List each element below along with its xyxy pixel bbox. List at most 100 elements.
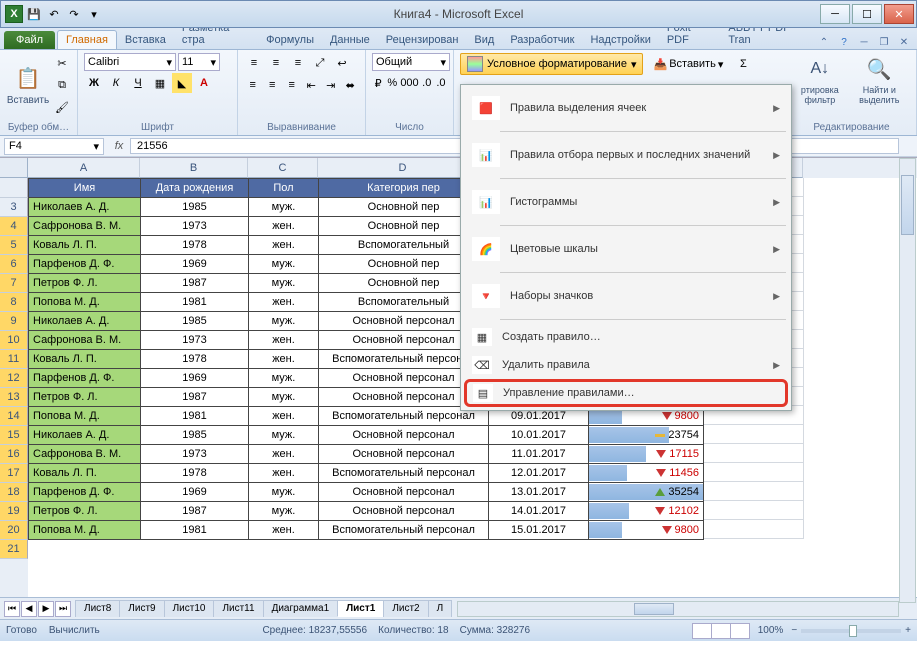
row-header[interactable]: 3 xyxy=(0,198,28,217)
cell-year[interactable]: 1987 xyxy=(141,388,249,407)
sheet-tab[interactable]: Лист1 xyxy=(337,600,384,617)
cell-year[interactable]: 1981 xyxy=(141,293,249,312)
cell-year[interactable]: 1969 xyxy=(141,483,249,502)
sheet-tab[interactable]: Лист8 xyxy=(75,600,120,617)
cell-year[interactable]: 1973 xyxy=(141,331,249,350)
fill-color-button[interactable]: ◣ xyxy=(172,73,192,93)
sheet-tab[interactable]: Лист10 xyxy=(164,600,215,617)
cell-year[interactable]: 1985 xyxy=(141,426,249,445)
row-header[interactable]: 18 xyxy=(0,483,28,502)
cell-year[interactable]: 1973 xyxy=(141,445,249,464)
row-header[interactable]: 21 xyxy=(0,540,28,559)
dropdown-item[interactable]: 📊Гистограммы▶ xyxy=(464,182,788,222)
status-calc[interactable]: Вычислить xyxy=(49,625,100,636)
cell-name[interactable]: Парфенов Д. Ф. xyxy=(29,255,141,274)
number-format-combo[interactable]: Общий▾ xyxy=(372,53,450,71)
empty-cell[interactable] xyxy=(704,482,804,501)
ribbon-minimize-icon[interactable]: ⌃ xyxy=(817,35,831,49)
dropdown-item[interactable]: 🟥Правила выделения ячеек▶ xyxy=(464,88,788,128)
decrease-indent-icon[interactable]: ⇤ xyxy=(303,75,321,95)
format-painter-icon[interactable]: 🖌 xyxy=(52,97,72,117)
cell-sex[interactable]: муж. xyxy=(249,502,319,521)
cell-value[interactable]: 35254 xyxy=(589,483,704,502)
cell-sex[interactable]: муж. xyxy=(249,312,319,331)
row-header[interactable]: 8 xyxy=(0,293,28,312)
dec-decimal-icon[interactable]: .0 xyxy=(435,73,447,93)
cell-date[interactable]: 15.01.2017 xyxy=(489,521,589,540)
sheet-tab[interactable]: Лист9 xyxy=(119,600,164,617)
cell-name[interactable]: Парфенов Д. Ф. xyxy=(29,483,141,502)
bold-button[interactable]: Ж xyxy=(84,73,104,93)
cell-name[interactable]: Коваль Л. П. xyxy=(29,464,141,483)
zoom-out-icon[interactable]: − xyxy=(791,625,797,636)
save-icon[interactable]: 💾 xyxy=(25,5,43,23)
select-all-corner[interactable] xyxy=(0,158,28,178)
zoom-slider[interactable]: − + xyxy=(791,625,911,636)
cell-sex[interactable]: жен. xyxy=(249,445,319,464)
cell-date[interactable]: 10.01.2017 xyxy=(489,426,589,445)
sheet-tab[interactable]: Лист2 xyxy=(383,600,428,617)
cell-value[interactable]: 12102 xyxy=(589,502,704,521)
cell-value[interactable]: 17115 xyxy=(589,445,704,464)
cell-sex[interactable]: муж. xyxy=(249,198,319,217)
cell-name[interactable]: Коваль Л. П. xyxy=(29,350,141,369)
ribbon-tab[interactable]: Главная xyxy=(57,30,117,49)
cell-sex[interactable]: муж. xyxy=(249,255,319,274)
cell-name[interactable]: Николаев А. Д. xyxy=(29,426,141,445)
row-header[interactable]: 4 xyxy=(0,217,28,236)
row-header[interactable]: 5 xyxy=(0,236,28,255)
vertical-scrollbar[interactable] xyxy=(899,158,916,603)
cell-value[interactable]: 23754 xyxy=(589,426,704,445)
wrap-text-icon[interactable]: ↩ xyxy=(332,53,352,73)
align-middle-icon[interactable]: ≡ xyxy=(266,53,286,73)
cell-value[interactable]: 11456 xyxy=(589,464,704,483)
cell-name[interactable]: Попова М. Д. xyxy=(29,293,141,312)
qat-menu-icon[interactable]: ▾ xyxy=(85,5,103,23)
cell-year[interactable]: 1981 xyxy=(141,407,249,426)
cell-year[interactable]: 1978 xyxy=(141,350,249,369)
undo-icon[interactable]: ↶ xyxy=(45,5,63,23)
ribbon-tab[interactable]: Надстройки xyxy=(582,31,658,49)
sheet-tab[interactable]: Диаграмма1 xyxy=(263,600,339,617)
underline-button[interactable]: Ч xyxy=(128,73,148,93)
merge-icon[interactable]: ⬌ xyxy=(342,75,360,95)
cell-category[interactable]: Вспомогательный персонал xyxy=(319,521,489,540)
empty-cell[interactable] xyxy=(704,425,804,444)
dropdown-item[interactable]: 📊Правила отбора первых и последних значе… xyxy=(464,135,788,175)
horizontal-scrollbar[interactable] xyxy=(457,601,899,617)
column-header[interactable]: B xyxy=(140,158,248,178)
cell-year[interactable]: 1969 xyxy=(141,369,249,388)
cell-sex[interactable]: жен. xyxy=(249,521,319,540)
cell-sex[interactable]: жен. xyxy=(249,236,319,255)
cell-name[interactable]: Николаев А. Д. xyxy=(29,198,141,217)
empty-cell[interactable] xyxy=(704,501,804,520)
row-header[interactable]: 9 xyxy=(0,312,28,331)
row-header[interactable]: 15 xyxy=(0,426,28,445)
help-icon[interactable]: ? xyxy=(837,35,851,49)
sheet-nav-first[interactable]: ⏮ xyxy=(4,601,20,617)
cell-name[interactable]: Сафронова В. М. xyxy=(29,217,141,236)
cell-name[interactable]: Парфенов Д. Ф. xyxy=(29,369,141,388)
cell-year[interactable]: 1978 xyxy=(141,464,249,483)
cell-name[interactable]: Сафронова В. М. xyxy=(29,445,141,464)
row-header[interactable]: 16 xyxy=(0,445,28,464)
ribbon-tab[interactable]: Разработчик xyxy=(502,31,582,49)
sheet-nav-next[interactable]: ▶ xyxy=(38,601,54,617)
row-header[interactable]: 12 xyxy=(0,369,28,388)
cell-sex[interactable]: жен. xyxy=(249,407,319,426)
align-bottom-icon[interactable]: ≡ xyxy=(288,53,308,73)
find-select-button[interactable]: 🔍 Найти и выделить xyxy=(849,53,910,107)
maximize-button[interactable]: ☐ xyxy=(852,4,882,24)
sort-filter-button[interactable]: A↓ ртировка фильтр xyxy=(793,53,847,107)
cell-name[interactable]: Попова М. Д. xyxy=(29,521,141,540)
sheet-tab[interactable]: Л xyxy=(428,600,453,617)
copy-icon[interactable]: ⧉ xyxy=(52,75,72,95)
cell-sex[interactable]: жен. xyxy=(249,331,319,350)
orientation-icon[interactable]: ⤢ xyxy=(310,53,330,73)
align-right-icon[interactable]: ≡ xyxy=(283,75,301,95)
row-header[interactable]: 11 xyxy=(0,350,28,369)
cell-year[interactable]: 1978 xyxy=(141,236,249,255)
cell-date[interactable]: 12.01.2017 xyxy=(489,464,589,483)
sheet-tab[interactable]: Лист11 xyxy=(213,600,263,617)
zoom-level[interactable]: 100% xyxy=(758,625,784,636)
